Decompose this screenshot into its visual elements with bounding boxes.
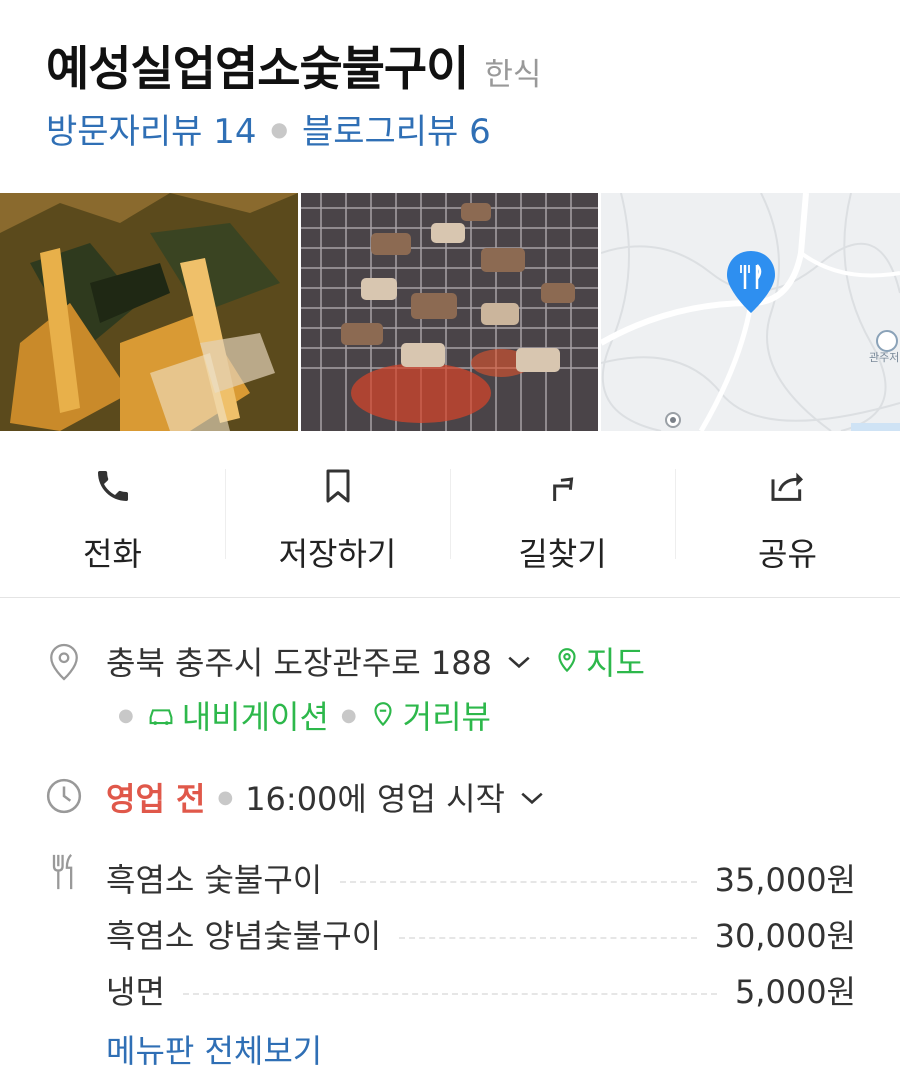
review-separator: ● xyxy=(270,116,288,141)
street-separator: ● xyxy=(340,704,357,726)
menu-list: 흑염소 숯불구이 35,000원 흑염소 양념숯불구이 30,000원 냉면 5… xyxy=(106,850,856,1018)
map-link-label: 지도 xyxy=(586,644,645,682)
call-label: 전화 xyxy=(83,535,142,573)
place-title: 예성실업염소숯불구이 xyxy=(46,42,469,97)
place-header-card: 예성실업염소숯불구이 한식 방문자리뷰 14 ● 블로그리뷰 6 관주저 전화 … xyxy=(0,0,900,598)
menu-item-name: 흑염소 숯불구이 xyxy=(106,861,323,899)
menu-item[interactable]: 냉면 5,000원 xyxy=(106,962,856,1018)
navigation-link[interactable]: 내비게이션 xyxy=(146,692,329,738)
menu-item-name: 냉면 xyxy=(106,973,165,1011)
menu-item[interactable]: 흑염소 숯불구이 35,000원 xyxy=(106,850,856,906)
directions-icon xyxy=(540,463,586,509)
hours-row[interactable]: 영업 전 ● 16:00에 영업 시작 xyxy=(106,774,545,820)
phone-icon xyxy=(90,463,136,509)
review-links: 방문자리뷰 14 ● 블로그리뷰 6 xyxy=(46,104,491,153)
menu-item-price: 5,000원 xyxy=(734,973,856,1011)
street-view-label: 거리뷰 xyxy=(402,698,491,736)
hours-separator: ● xyxy=(217,786,234,808)
navigation-row: ● 내비게이션 ● 거리뷰 xyxy=(106,692,491,738)
menu-leader-line xyxy=(399,937,697,939)
menu-item-name: 흑염소 양념숯불구이 xyxy=(106,917,382,955)
hours-status: 영업 전 xyxy=(106,780,206,818)
call-button[interactable]: 전화 xyxy=(0,431,225,597)
nav-separator: ● xyxy=(118,704,134,726)
menu-item-price: 30,000원 xyxy=(714,917,856,955)
clock-icon xyxy=(44,776,84,816)
directions-label: 길찾기 xyxy=(518,535,607,573)
menu-leader-line xyxy=(340,881,697,883)
share-button[interactable]: 공유 xyxy=(675,431,900,597)
save-button[interactable]: 저장하기 xyxy=(225,431,450,597)
map-link-icon xyxy=(558,648,576,673)
street-view-icon xyxy=(374,702,392,727)
menu-item-price: 35,000원 xyxy=(714,861,856,899)
address-row: 충북 충주시 도장관주로 188 지도 xyxy=(106,638,645,684)
bookmark-icon xyxy=(315,463,361,509)
action-bar: 전화 저장하기 길찾기 공유 xyxy=(0,431,900,597)
pickled-vegetables-photo[interactable] xyxy=(0,193,298,431)
menu-leader-line xyxy=(182,993,717,995)
blog-reviews-link[interactable]: 블로그리뷰 6 xyxy=(302,104,491,153)
street-view-link[interactable]: 거리뷰 xyxy=(369,692,491,738)
share-label: 공유 xyxy=(758,535,817,573)
place-category: 한식 xyxy=(484,57,542,93)
hours-detail: 16:00에 영업 시작 xyxy=(245,780,505,818)
map-place-label: 관주저 xyxy=(869,351,899,364)
title-row: 예성실업염소숯불구이 한식 xyxy=(46,30,541,99)
save-label: 저장하기 xyxy=(278,535,397,573)
share-icon xyxy=(765,463,811,509)
full-menu-link[interactable]: 메뉴판 전체보기 xyxy=(106,1026,322,1072)
location-pin-icon xyxy=(44,642,84,682)
directions-button[interactable]: 길찾기 xyxy=(450,431,675,597)
address-text: 충북 충주시 도장관주로 188 xyxy=(106,644,492,682)
hours-expand-icon[interactable] xyxy=(519,778,545,816)
address-expand-icon[interactable] xyxy=(506,642,532,680)
menu-item[interactable]: 흑염소 양념숯불구이 30,000원 xyxy=(106,906,856,962)
grilled-meat-photo[interactable] xyxy=(301,193,598,431)
map-thumbnail[interactable]: 관주저 xyxy=(601,193,900,431)
map-link[interactable]: 지도 xyxy=(554,638,645,684)
visitor-reviews-link[interactable]: 방문자리뷰 14 xyxy=(46,104,256,153)
fork-knife-icon xyxy=(44,852,84,892)
photo-strip: 관주저 xyxy=(0,193,900,431)
car-icon xyxy=(149,709,173,725)
navigation-label: 내비게이션 xyxy=(181,698,329,736)
